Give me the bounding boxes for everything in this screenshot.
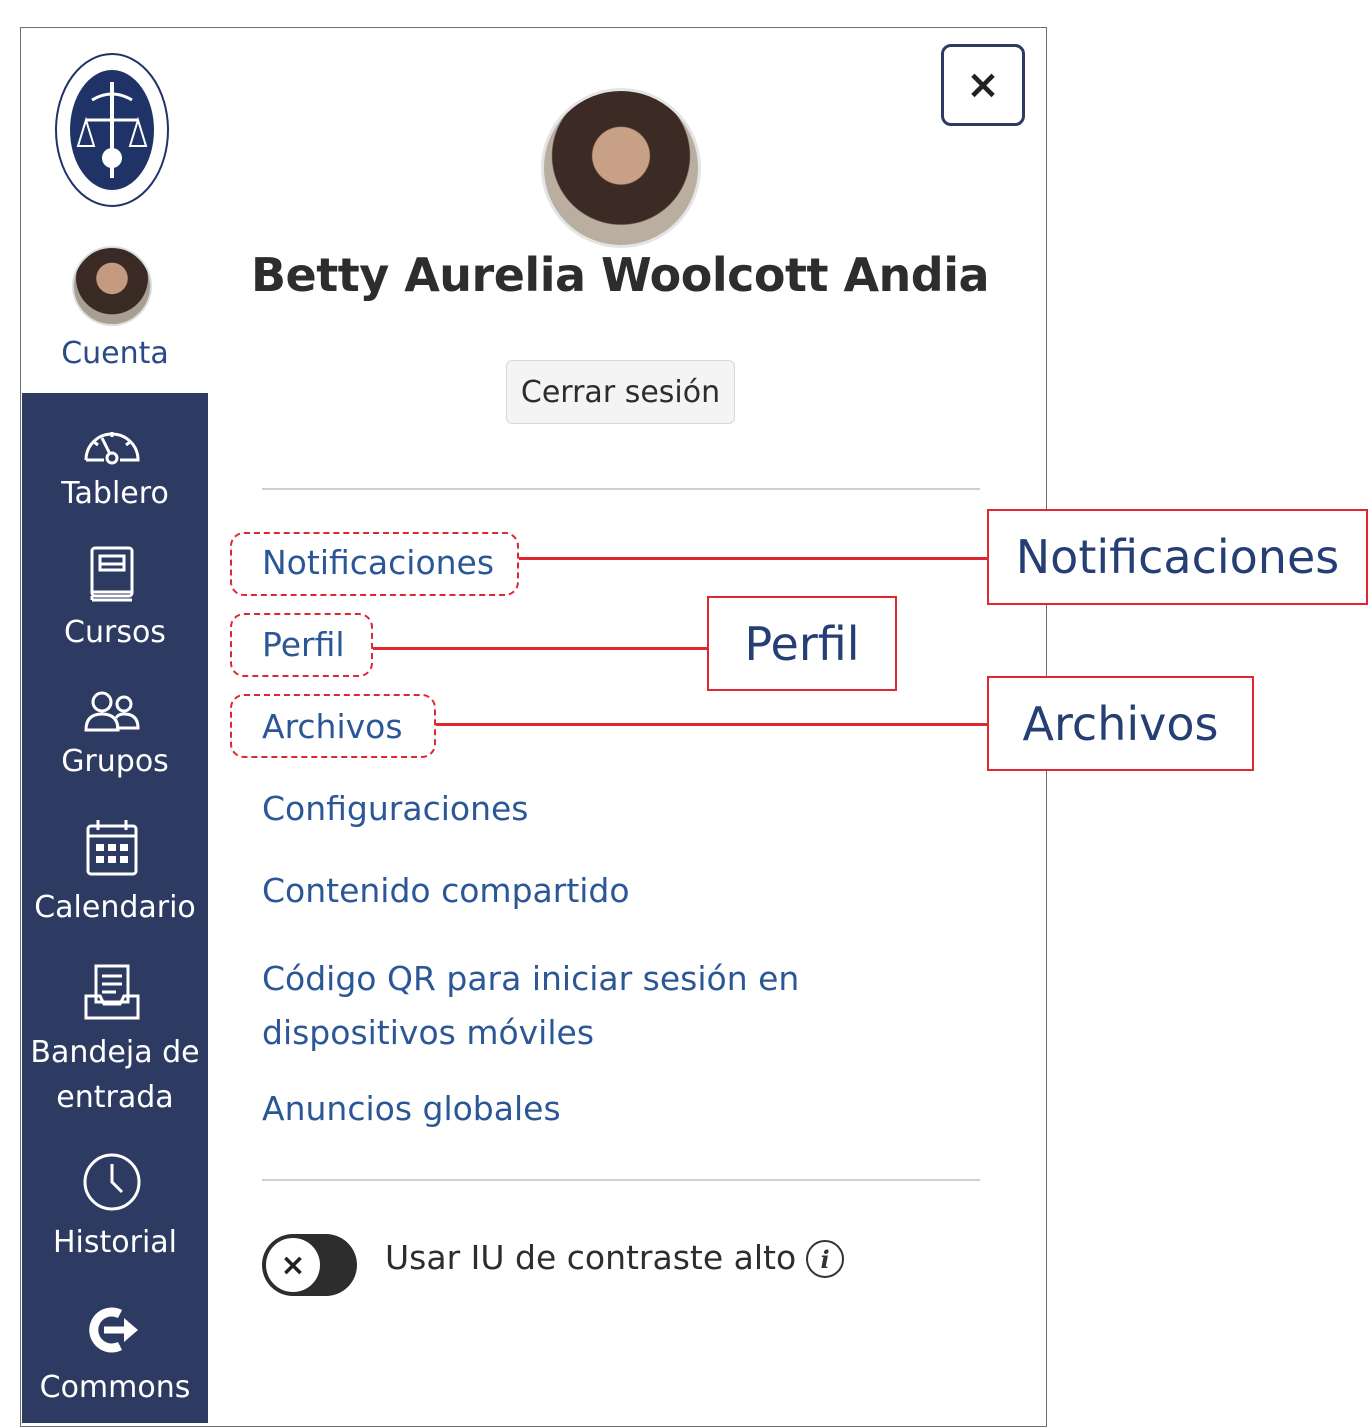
leader-notifications: [519, 557, 988, 560]
account-avatar[interactable]: [72, 246, 152, 326]
high-contrast-label: Usar IU de contraste alto: [385, 1238, 797, 1277]
university-seal-logo: [55, 53, 169, 207]
user-name: Betty Aurelia Woolcott Andia: [250, 248, 990, 302]
nav-item-commons[interactable]: Commons: [22, 1365, 208, 1410]
groups-icon: [84, 691, 140, 732]
nav-item-calendar[interactable]: Calendario: [22, 885, 208, 930]
callout-profile: Perfil: [707, 596, 897, 691]
nav-item-dashboard[interactable]: Tablero: [22, 471, 208, 516]
profile-avatar: [541, 88, 701, 248]
info-icon[interactable]: i: [806, 1240, 844, 1278]
nav-item-inbox[interactable]: Bandeja de entrada: [22, 1030, 208, 1120]
toggle-off-icon: ×: [266, 1238, 320, 1292]
link-global-announcements[interactable]: Anuncios globales: [262, 1089, 561, 1128]
link-shared-content[interactable]: Contenido compartido: [262, 871, 630, 910]
nav-item-groups[interactable]: Grupos: [22, 739, 208, 784]
history-icon: [83, 1153, 141, 1211]
nav-item-courses[interactable]: Cursos: [22, 610, 208, 655]
callout-files: Archivos: [987, 676, 1254, 771]
divider-top: [262, 488, 980, 490]
link-settings[interactable]: Configuraciones: [262, 789, 529, 828]
calendar-icon: [86, 820, 138, 876]
highlight-files: [230, 694, 436, 758]
link-qr-login[interactable]: Código QR para iniciar sesión en disposi…: [262, 952, 982, 1060]
commons-icon: [89, 1307, 138, 1353]
logout-button[interactable]: Cerrar sesión: [506, 360, 735, 424]
callout-notifications: Notificaciones: [987, 509, 1368, 605]
divider-bottom: [262, 1179, 980, 1181]
nav-item-history[interactable]: Historial: [22, 1220, 208, 1265]
high-contrast-toggle[interactable]: ×: [262, 1234, 357, 1296]
leader-profile: [373, 647, 708, 650]
inbox-icon: [84, 964, 140, 1020]
close-button[interactable]: ×: [941, 44, 1025, 126]
highlight-notifications: [230, 532, 519, 596]
courses-icon: [90, 546, 134, 602]
leader-files: [436, 723, 988, 726]
highlight-profile: [230, 613, 373, 677]
nav-account-label[interactable]: Cuenta: [22, 336, 208, 371]
